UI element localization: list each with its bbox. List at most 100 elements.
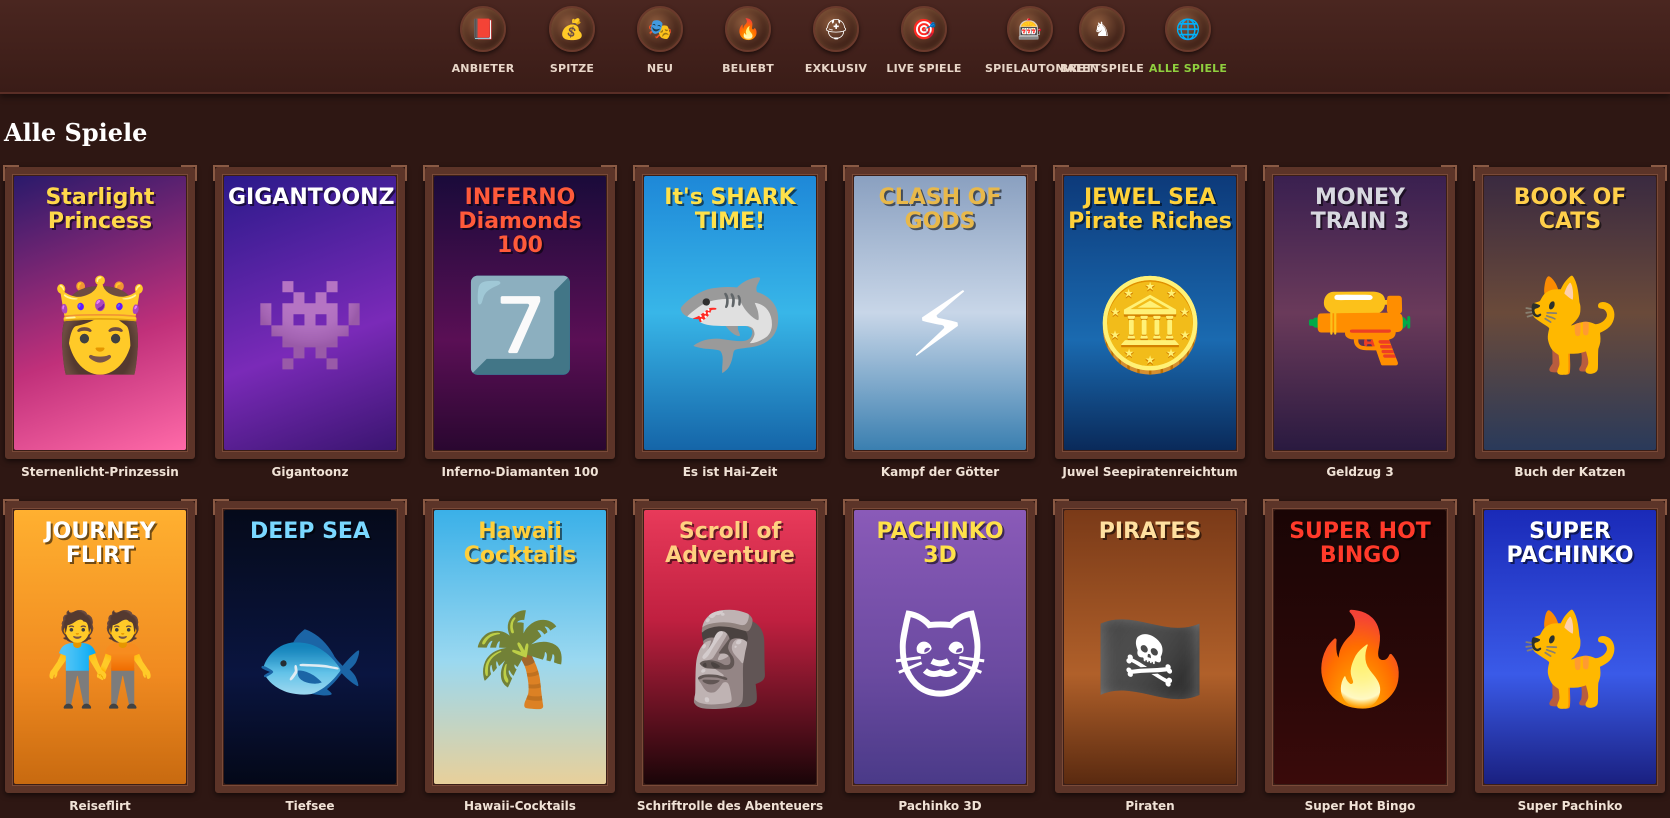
game-character-icon: 7️⃣ [463, 273, 577, 378]
game-thumbnail[interactable]: PIRATES 🏴‍☠️ [1064, 510, 1236, 784]
nav-item-live-spiele[interactable]: 🎯 LIVE SPIELE [879, 6, 969, 75]
game-thumbnail[interactable]: BOOK OF CATS 🐈 [1484, 176, 1656, 450]
top-navigation: 📕 ANBIETER 💰 SPITZE 🎭 NEU 🔥 BELIEBT ⛑ EX… [0, 0, 1670, 94]
game-thumbnail[interactable]: It's SHARK TIME! 🦈 [644, 176, 816, 450]
game-title[interactable]: Schriftrolle des Abenteuers [625, 799, 835, 813]
game-title[interactable]: Gigantoonz [205, 465, 415, 479]
game-logo-text: BOOK OF CATS [1513, 185, 1627, 234]
game-tile[interactable]: Scroll of Adventure 🗿 Schriftrolle des Abe… [633, 499, 827, 813]
game-title[interactable]: Es ist Hai-Zeit [625, 465, 835, 479]
game-logo-text: DEEP SEA [249, 519, 370, 544]
game-tile[interactable]: Hawaii Cocktails 🌴 Hawaii-Cocktails [423, 499, 617, 813]
book-icon: 📕 [460, 6, 506, 52]
game-thumbnail[interactable]: PACHINKO 3D 🐱 [854, 510, 1026, 784]
game-tile[interactable]: JOURNEY FLIRT 🧑‍🤝‍🧑 Reiseflirt [3, 499, 197, 813]
game-title[interactable]: Piraten [1045, 799, 1255, 813]
nav-label: NEU [646, 62, 674, 75]
game-tile[interactable]: GIGANTOONZ 👾 Gigantoonz [213, 165, 407, 479]
game-logo-text: MONEY TRAIN 3 [1310, 185, 1410, 234]
game-title[interactable]: Inferno-Diamanten 100 [415, 465, 625, 479]
game-logo-text: CLASH OF GODS [878, 185, 1002, 234]
page-title: Alle Spiele [4, 118, 148, 147]
game-tile[interactable]: BOOK OF CATS 🐈 Buch der Katzen [1473, 165, 1667, 479]
nav-label: ANBIETER [451, 62, 515, 75]
game-character-icon: 🦈 [673, 273, 787, 378]
game-title[interactable]: Tiefsee [205, 799, 415, 813]
game-logo-text: PACHINKO 3D [876, 519, 1004, 568]
game-tile[interactable]: PACHINKO 3D 🐱 Pachinko 3D [843, 499, 1037, 813]
nav-label: SPITZE [549, 62, 595, 75]
viking-helmet-icon: ⛑ [813, 6, 859, 52]
game-title[interactable]: Sternenlicht-Prinzessin [0, 465, 205, 479]
game-tile[interactable]: JEWEL SEA Pirate Riches 🪙 Juwel Seepiraten… [1053, 165, 1247, 479]
game-character-icon: 🔫 [1303, 273, 1417, 378]
nav-label: BRETTSPIELE [1060, 62, 1144, 75]
game-tile[interactable]: CLASH OF GODS ⚡ Kampf der Götter [843, 165, 1037, 479]
game-tile[interactable]: PIRATES 🏴‍☠️ Piraten [1053, 499, 1247, 813]
nav-item-exklusiv[interactable]: ⛑ EXKLUSIV [791, 6, 881, 75]
nav-item-beliebt[interactable]: 🔥 BELIEBT [703, 6, 793, 75]
game-title[interactable]: Super Pachinko [1465, 799, 1670, 813]
game-tile[interactable]: SUPER PACHINKO 🐈 Super Pachinko [1473, 499, 1667, 813]
game-title[interactable]: Kampf der Götter [835, 465, 1045, 479]
torch-icon: 🔥 [725, 6, 771, 52]
globe-icon: 🌐 [1165, 6, 1211, 52]
game-logo-text: Starlight Princess [45, 185, 155, 234]
game-tile[interactable]: SUPER HOT BINGO 🔥 Super Hot Bingo [1263, 499, 1457, 813]
game-thumbnail[interactable]: CLASH OF GODS ⚡ [854, 176, 1026, 450]
game-thumbnail[interactable]: Hawaii Cocktails 🌴 [434, 510, 606, 784]
nav-label: EXKLUSIV [804, 62, 868, 75]
game-character-icon: 🪙 [1093, 273, 1207, 378]
game-logo-text: GIGANTOONZ [228, 185, 395, 210]
nav-item-anbieter[interactable]: 📕 ANBIETER [438, 6, 528, 75]
game-logo-text: JEWEL SEA Pirate Riches [1068, 185, 1232, 234]
nav-item-brettspiele[interactable]: ♞ BRETTSPIELE [1057, 6, 1147, 75]
game-character-icon: 👸 [43, 273, 157, 378]
slot-machine-icon: 🎰 [1007, 6, 1053, 52]
game-character-icon: 🗿 [673, 607, 787, 712]
game-logo-text: PIRATES [1098, 519, 1202, 544]
game-tile[interactable]: DEEP SEA 🐟 Tiefsee [213, 499, 407, 813]
game-title[interactable]: Juwel Seepiratenreichtum [1045, 465, 1255, 479]
game-title[interactable]: Reiseflirt [0, 799, 205, 813]
game-tile[interactable]: INFERNO Diamonds 100 7️⃣ Inferno-Diamanten… [423, 165, 617, 479]
game-title[interactable]: Super Hot Bingo [1255, 799, 1465, 813]
game-thumbnail[interactable]: Starlight Princess 👸 [14, 176, 186, 450]
nav-label: BELIEBT [722, 62, 774, 75]
game-thumbnail[interactable]: SUPER PACHINKO 🐈 [1484, 510, 1656, 784]
game-thumbnail[interactable]: JEWEL SEA Pirate Riches 🪙 [1064, 176, 1236, 450]
game-thumbnail[interactable]: SUPER HOT BINGO 🔥 [1274, 510, 1446, 784]
game-thumbnail[interactable]: INFERNO Diamonds 100 7️⃣ [434, 176, 606, 450]
nav-item-spitze[interactable]: 💰 SPITZE [527, 6, 617, 75]
game-title[interactable]: Hawaii-Cocktails [415, 799, 625, 813]
game-title[interactable]: Buch der Katzen [1465, 465, 1670, 479]
game-title[interactable]: Pachinko 3D [835, 799, 1045, 813]
target-icon: 🎯 [901, 6, 947, 52]
game-character-icon: ⚡ [908, 273, 972, 378]
game-logo-text: It's SHARK TIME! [664, 185, 796, 234]
game-logo-text: SUPER HOT BINGO [1289, 519, 1431, 568]
game-thumbnail[interactable]: MONEY TRAIN 3 🔫 [1274, 176, 1446, 450]
game-character-icon: 🏴‍☠️ [1093, 607, 1207, 712]
game-character-icon: 👾 [253, 273, 367, 378]
game-logo-text: JOURNEY FLIRT [44, 519, 156, 568]
game-thumbnail[interactable]: DEEP SEA 🐟 [224, 510, 396, 784]
game-tile[interactable]: Starlight Princess 👸 Sternenlicht-Prinzess… [3, 165, 197, 479]
game-tile[interactable]: It's SHARK TIME! 🦈 Es ist Hai-Zeit [633, 165, 827, 479]
game-tile[interactable]: MONEY TRAIN 3 🔫 Geldzug 3 [1263, 165, 1457, 479]
nav-label: LIVE SPIELE [886, 62, 962, 75]
game-thumbnail[interactable]: Scroll of Adventure 🗿 [644, 510, 816, 784]
game-thumbnail[interactable]: GIGANTOONZ 👾 [224, 176, 396, 450]
game-character-icon: 🐟 [253, 607, 367, 712]
nav-item-alle-spiele[interactable]: 🌐 ALLE SPIELE [1143, 6, 1233, 75]
curtain-icon: 🎭 [637, 6, 683, 52]
game-character-icon: 🐈 [1513, 607, 1627, 712]
game-character-icon: 🐱 [893, 607, 987, 712]
game-title[interactable]: Geldzug 3 [1255, 465, 1465, 479]
game-character-icon: 🧑‍🤝‍🧑 [43, 607, 157, 712]
game-logo-text: Scroll of Adventure [665, 519, 795, 568]
game-logo-text: INFERNO Diamonds 100 [458, 185, 582, 258]
game-logo-text: Hawaii Cocktails [463, 519, 577, 568]
nav-item-neu[interactable]: 🎭 NEU [615, 6, 705, 75]
game-thumbnail[interactable]: JOURNEY FLIRT 🧑‍🤝‍🧑 [14, 510, 186, 784]
